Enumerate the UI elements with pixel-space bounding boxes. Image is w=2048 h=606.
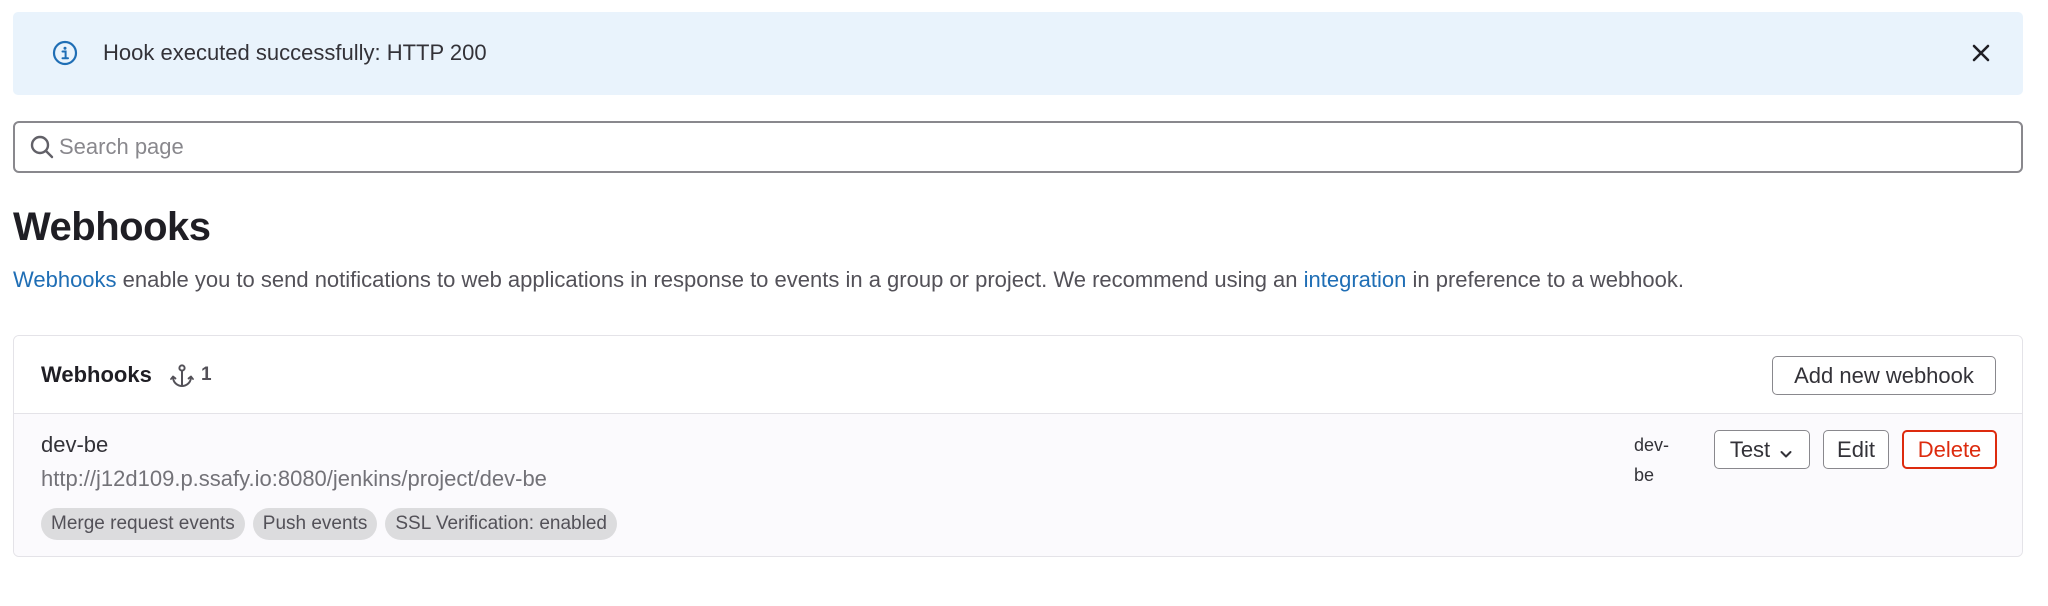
search-box (13, 121, 2023, 173)
branch-filter-label: dev-be (1634, 435, 1670, 485)
page-description: Webhooks enable you to send notification… (13, 267, 1684, 293)
badge-push-events: Push events (252, 508, 378, 540)
chevron-down-icon (1778, 442, 1794, 458)
card-header: Webhooks 1 Add new webhook (14, 336, 2022, 414)
page-title: Webhooks (13, 205, 211, 249)
webhook-count: 1 (201, 364, 212, 385)
alert-message: Hook executed successfully: HTTP 200 (103, 40, 487, 65)
description-text: enable you to send notifications to web … (116, 267, 1304, 292)
close-icon[interactable] (1966, 38, 1996, 68)
success-alert: Hook executed successfully: HTTP 200 (13, 12, 2023, 95)
card-title: Webhooks (41, 362, 152, 387)
info-circle-icon (51, 39, 79, 67)
test-dropdown-button[interactable]: Test (1714, 430, 1810, 469)
test-button-label: Test (1729, 436, 1771, 462)
search-input[interactable] (59, 123, 1999, 171)
edit-button[interactable]: Edit (1823, 430, 1889, 469)
integration-link[interactable]: integration (1304, 267, 1407, 292)
webhook-name: dev-be (41, 432, 109, 457)
webhooks-card: Webhooks 1 Add new webhook dev-be http:/… (13, 335, 2023, 557)
webhook-badges: Merge request events Push events SSL Ver… (41, 508, 617, 540)
badge-merge-request-events: Merge request events (41, 508, 245, 540)
webhooks-help-link[interactable]: Webhooks (13, 267, 117, 292)
hook-icon (169, 363, 195, 389)
webhook-row: dev-be http://j12d109.p.ssafy.io:8080/je… (14, 414, 2022, 556)
delete-button[interactable]: Delete (1902, 430, 1997, 469)
webhook-url: http://j12d109.p.ssafy.io:8080/jenkins/p… (41, 466, 547, 491)
description-text-end: in preference to a webhook. (1406, 267, 1684, 292)
search-icon (29, 134, 55, 160)
badge-ssl-verification: SSL Verification: enabled (385, 508, 617, 540)
add-new-webhook-button[interactable]: Add new webhook (1772, 356, 1996, 395)
page: Hook executed successfully: HTTP 200 Web… (0, 0, 2048, 606)
